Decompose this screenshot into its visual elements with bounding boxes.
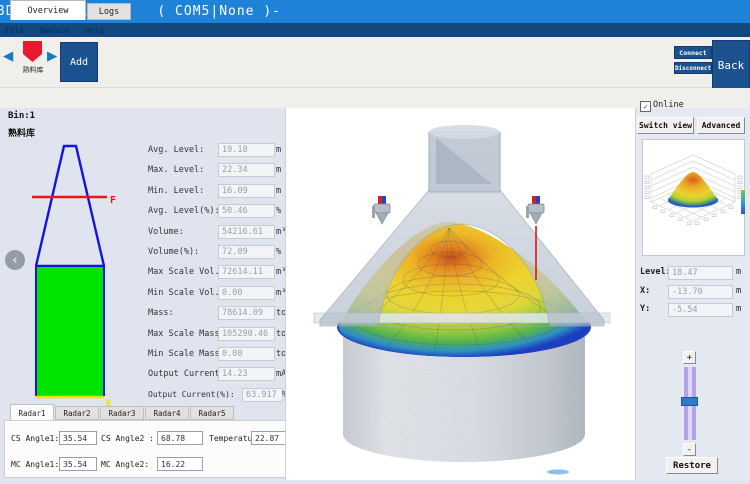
zoom-slider-handle[interactable] xyxy=(681,397,698,406)
stat-value-field: 63.917 xyxy=(242,388,283,402)
zoom-in-button[interactable]: + xyxy=(683,351,696,364)
cs-angle2-label: CS Angle2 : xyxy=(101,434,154,443)
menu-file[interactable]: File xyxy=(5,26,24,35)
y-label: Y: xyxy=(640,304,650,314)
stat-row-avg-level-pct: Avg. Level(%): 50.46 % xyxy=(148,203,288,223)
roof-chute xyxy=(429,125,500,192)
radar-detail-card: CS Angle1: 35.54 CS Angle2 : 68.78 Tempe… xyxy=(4,420,292,478)
cs-angle2-field[interactable]: 68.78 xyxy=(157,431,203,445)
stat-row-volume: Volume: 54216.61 m³ xyxy=(148,224,288,244)
stat-value-field: 54216.61 xyxy=(218,225,275,239)
prev-bin-icon[interactable]: ◀ xyxy=(3,46,13,66)
add-button[interactable]: Add xyxy=(60,42,98,82)
radar-tab-2[interactable]: Radar2 xyxy=(55,406,99,420)
stat-row-avg-level: Avg. Level: 19.18 m xyxy=(148,142,288,162)
material-fill-level xyxy=(37,267,103,396)
main-3d-view[interactable] xyxy=(285,108,635,480)
bin-id-label: Bin:1 xyxy=(8,111,35,121)
stat-row-mass: Mass: 78614.09 ton xyxy=(148,305,288,325)
radar-sensor-left xyxy=(372,196,390,224)
stat-value-field: 50.46 xyxy=(218,204,275,218)
stats-list: Avg. Level: 19.18 m Max. Level: 22.34 m … xyxy=(148,142,288,407)
stat-row-min-scale-vol: Min Scale Vol.: 0.00 m³ xyxy=(148,285,288,305)
cs-angle1-label: CS Angle1: xyxy=(11,434,59,443)
menu-bar: File Device Help xyxy=(0,23,750,37)
x-field: -13.70 xyxy=(668,285,733,299)
zoom-out-button[interactable]: - xyxy=(683,443,696,456)
radar-tab-4[interactable]: Radar4 xyxy=(145,406,189,420)
surface-preview-box[interactable] xyxy=(642,139,745,256)
check-icon: ✓ xyxy=(643,102,648,111)
stat-value-field: 14.23 xyxy=(218,367,275,381)
stat-value-field: 0.00 xyxy=(218,347,275,361)
stat-row-max-scale-vol: Max Scale Vol.: 72614.11 m³ xyxy=(148,264,288,284)
silo-3d-render xyxy=(286,108,636,480)
empty-limit-label: E xyxy=(106,399,111,406)
next-bin-icon[interactable]: ▶ xyxy=(47,46,57,66)
mc-angle2-field[interactable]: 16.22 xyxy=(157,457,203,471)
switch-view-button[interactable]: Switch view xyxy=(637,117,694,134)
connect-button[interactable]: Connect xyxy=(674,46,712,59)
silo-cone-outline xyxy=(36,146,104,266)
silo-2d-diagram: F E xyxy=(8,140,138,406)
surface-preview-plot xyxy=(643,140,744,255)
stat-value-field: 19.18 xyxy=(218,143,275,157)
radar-tab-3[interactable]: Radar3 xyxy=(100,406,144,420)
y-field: -5.54 xyxy=(668,303,733,317)
restore-button[interactable]: Restore xyxy=(666,457,718,474)
connection-status: ( COM5|None )- xyxy=(157,4,281,19)
stat-value-field: 72.09 xyxy=(218,245,275,259)
radar-tab-5[interactable]: Radar5 xyxy=(190,406,234,420)
stat-value-field: 22.34 xyxy=(218,163,275,177)
stat-row-min-scale-mass: Min Scale Mass: 0.00 ton xyxy=(148,346,288,366)
stat-row-output-current-pct: Output Current(%): 63.917 % xyxy=(148,387,288,407)
toolbar xyxy=(0,37,750,88)
stat-row-min-level: Min. Level: 16.09 m xyxy=(148,183,288,203)
collapse-panel-button[interactable]: ‹ xyxy=(5,250,25,270)
mc-angle1-label: MC Angle1: xyxy=(11,460,59,469)
toolbar-bin-name: 熟料库 xyxy=(12,65,54,75)
radar-tab-1[interactable]: Radar1 xyxy=(10,404,54,421)
online-label: Online xyxy=(653,100,684,110)
stat-row-max-scale-mass: Max Scale Mass: 105290.46 ton xyxy=(148,326,288,346)
level-field: 18.47 xyxy=(668,266,733,280)
bin-name-label: 熟料库 xyxy=(8,126,35,139)
x-label: X: xyxy=(640,286,650,296)
advanced-button[interactable]: Advanced xyxy=(697,117,745,134)
level-label: Level: xyxy=(640,267,671,277)
stat-row-output-current: Output Current: 14.23 mA xyxy=(148,366,288,386)
mc-angle1-field[interactable]: 35.54 xyxy=(59,457,97,471)
stat-value-field: 0.00 xyxy=(218,286,275,300)
preview-dome xyxy=(668,172,718,208)
back-button[interactable]: Back xyxy=(712,40,750,90)
tab-logs[interactable]: Logs xyxy=(87,3,131,20)
menu-help[interactable]: Help xyxy=(85,26,104,35)
stat-value-field: 16.09 xyxy=(218,184,275,198)
full-limit-label: F xyxy=(110,195,116,206)
stat-row-volume-pct: Volume(%): 72.09 % xyxy=(148,244,288,264)
mc-angle2-label: MC Angle2: xyxy=(101,460,149,469)
tab-row xyxy=(0,88,750,108)
cs-angle1-field[interactable]: 35.54 xyxy=(59,431,97,445)
temperature-field[interactable]: 22.87 xyxy=(251,431,287,445)
disconnect-button[interactable]: Disconnect xyxy=(674,62,712,74)
tab-overview[interactable]: Overview xyxy=(10,0,86,20)
chevron-left-icon: ‹ xyxy=(11,253,19,268)
stat-value-field: 72614.11 xyxy=(218,265,275,279)
menu-device[interactable]: Device xyxy=(40,26,69,35)
stat-row-max-level: Max. Level: 22.34 m xyxy=(148,162,288,182)
color-scale-legend xyxy=(741,190,745,214)
stat-value-field: 78614.09 xyxy=(218,306,275,320)
online-checkbox[interactable]: ✓ xyxy=(640,101,651,112)
stat-value-field: 105290.46 xyxy=(218,327,275,341)
radar-sensor-right xyxy=(526,196,544,224)
